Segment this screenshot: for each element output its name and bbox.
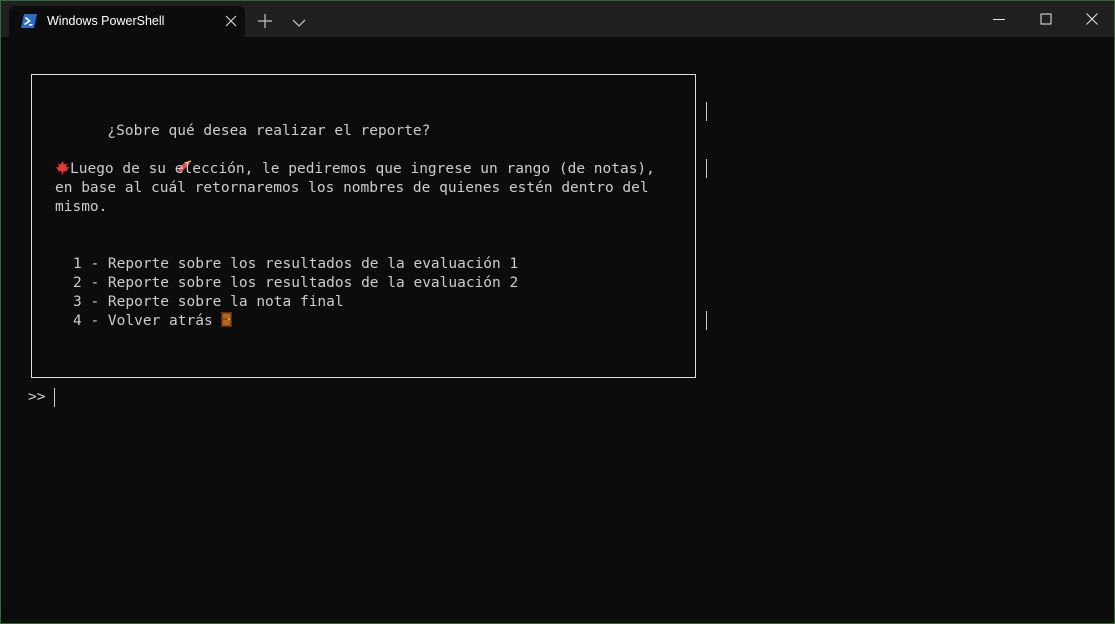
menu-question: ¿Sobre qué desea realizar el reporte? <box>107 123 431 139</box>
info-text: Luego de su elección, le pediremos que i… <box>70 161 655 177</box>
maple-leaf-icon <box>55 161 70 181</box>
menu-option-2: 2 - Reporte sobre los resultados de la e… <box>73 275 519 291</box>
text-artifact-bar <box>706 102 707 121</box>
close-icon[interactable] <box>1084 11 1100 27</box>
text-artifact-bar <box>706 311 707 330</box>
door-icon <box>221 312 233 333</box>
menu-option-4-line: 4 - Volver atrás <box>73 312 233 333</box>
terminal-output[interactable]: ¿Sobre qué desea realizar el reporte? Lu… <box>1 37 1114 623</box>
title-bar[interactable]: Windows PowerShell <box>1 1 1114 37</box>
text-cursor <box>54 388 55 407</box>
chevron-down-icon[interactable] <box>292 15 306 27</box>
menu-option-3: 3 - Reporte sobre la nota final <box>73 294 344 310</box>
menu-option-1: 1 - Reporte sobre los resultados de la e… <box>73 256 519 272</box>
text-artifact-bar <box>706 159 707 178</box>
terminal-window: Windows PowerShell ¿Sobre qué desea real… <box>0 0 1115 624</box>
menu-option-4: 4 - Volver atrás <box>73 313 213 329</box>
new-tab-plus-icon[interactable] <box>257 13 273 29</box>
info-line-3: mismo. <box>55 199 108 215</box>
info-line-2: en base al cuál retornaremos los nombres… <box>55 180 649 196</box>
tab-title: Windows PowerShell <box>47 14 165 28</box>
minimize-icon[interactable] <box>991 11 1007 27</box>
tab-powershell[interactable]: Windows PowerShell <box>9 6 245 37</box>
prompt-symbol: >> <box>28 389 46 405</box>
tab-close-icon[interactable] <box>224 14 238 28</box>
powershell-icon <box>21 14 37 28</box>
info-line-1: Luego de su elección, le pediremos que i… <box>55 160 655 181</box>
maximize-icon[interactable] <box>1038 11 1054 27</box>
